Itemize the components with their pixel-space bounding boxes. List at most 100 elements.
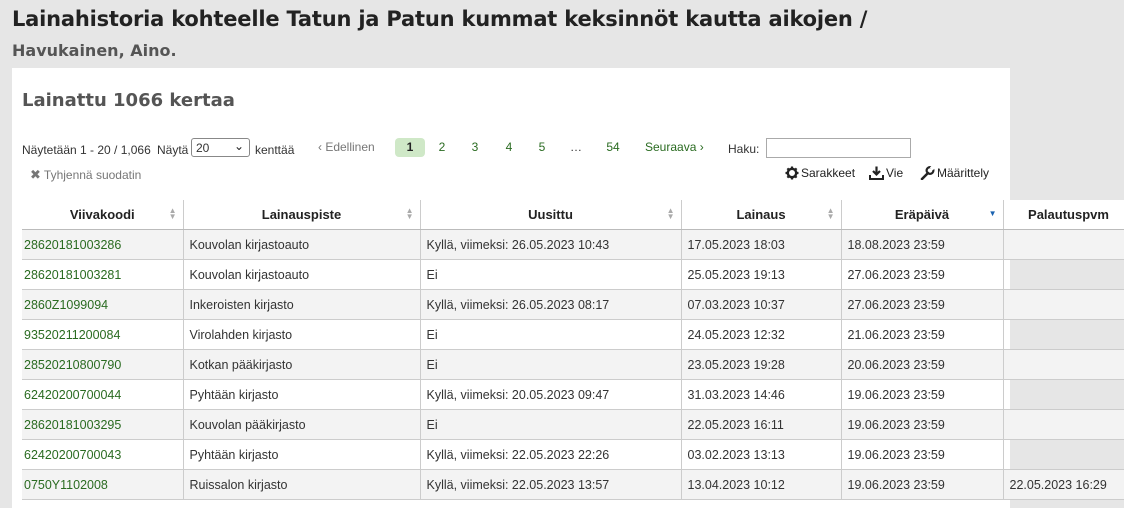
library-cell: Virolahden kirjasto: [183, 319, 421, 350]
pagination-page-54[interactable]: 54: [605, 138, 621, 157]
return-date-cell: [1003, 229, 1124, 260]
library-cell: Kotkan pääkirjasto: [183, 349, 421, 380]
return-date-cell: [1003, 259, 1124, 290]
renewed-cell: Kyllä, viimeksi: 22.05.2023 22:26: [420, 439, 682, 470]
table-header-row: Viivakoodi ▲ ▼ Lainauspiste ▲ ▼ Uusittu ▲ ▼ La…: [22, 200, 1124, 230]
page-size-select[interactable]: 20 ⌄: [191, 138, 250, 157]
column-header-barcode[interactable]: Viivakoodi ▲ ▼: [22, 200, 184, 230]
page-size-value: 20: [196, 141, 210, 155]
sort-icon: ▲ ▼: [666, 206, 675, 221]
return-date-cell: [1003, 379, 1124, 410]
column-header-return-date[interactable]: Palautuspvm: [1003, 200, 1124, 230]
library-cell: Kouvolan kirjastoauto: [183, 259, 421, 290]
barcode-cell[interactable]: 2860Z1099094: [22, 289, 184, 320]
due-date-cell: 20.06.2023 23:59: [841, 349, 1004, 380]
table-row: 62420200700044 Pyhtään kirjasto Kyllä, vii…: [22, 379, 1124, 410]
sort-icon: ▲ ▼: [405, 206, 414, 221]
return-date-cell: [1003, 349, 1124, 380]
due-date-cell: 27.06.2023 23:59: [841, 289, 1004, 320]
renewed-cell: Ei: [420, 349, 682, 380]
column-header-checkout-library[interactable]: Lainauspiste ▲ ▼: [183, 200, 421, 230]
configure-button[interactable]: Määrittely: [920, 165, 990, 181]
page-title: Lainahistoria kohteelle Tatun ja Patun k…: [12, 7, 868, 31]
barcode-cell[interactable]: 28620181003295: [22, 409, 184, 440]
table-row: 28520210800790 Kotkan pääkirjasto Ei 23.05.…: [22, 349, 1124, 380]
table-row: 2860Z1099094 Inkeroisten kirjasto Kyllä, v…: [22, 289, 1124, 320]
pagination-page-5[interactable]: 5: [538, 138, 546, 157]
sort-descending-icon: ▼: [988, 209, 997, 218]
checkout-date-cell: 25.05.2023 19:13: [681, 259, 842, 290]
checkout-date-cell: 03.02.2023 13:13: [681, 439, 842, 470]
return-date-cell: 22.05.2023 16:29: [1003, 469, 1124, 500]
checkout-date-cell: 13.04.2023 10:12: [681, 469, 842, 500]
library-cell: Kouvolan pääkirjasto: [183, 409, 421, 440]
pagination-page-1[interactable]: 1: [395, 138, 425, 157]
renewed-cell: Kyllä, viimeksi: 22.05.2023 13:57: [420, 469, 682, 500]
library-cell: Inkeroisten kirjasto: [183, 289, 421, 320]
clear-filter-button[interactable]: ✖ Tyhjennä suodatin: [30, 167, 141, 183]
checkout-history-table: Viivakoodi ▲ ▼ Lainauspiste ▲ ▼ Uusittu ▲ ▼ La…: [22, 200, 1124, 500]
return-date-cell: [1003, 439, 1124, 470]
library-cell: Pyhtään kirjasto: [183, 379, 421, 410]
due-date-cell: 19.06.2023 23:59: [841, 409, 1004, 440]
pagination-page-2[interactable]: 2: [438, 138, 446, 157]
barcode-cell[interactable]: 93520211200084: [22, 319, 184, 350]
due-date-cell: 19.06.2023 23:59: [841, 469, 1004, 500]
table-row: 28620181003295 Kouvolan pääkirjasto Ei 22.0…: [22, 409, 1124, 440]
renewed-cell: Ei: [420, 409, 682, 440]
search-label: Haku:: [728, 142, 760, 156]
return-date-cell: [1003, 409, 1124, 440]
pagination-ellipsis: …: [570, 140, 582, 154]
column-header-checkout-date[interactable]: Lainaus ▲ ▼: [681, 200, 842, 230]
due-date-cell: 19.06.2023 23:59: [841, 379, 1004, 410]
checkout-date-cell: 07.03.2023 10:37: [681, 289, 842, 320]
wrench-icon: [920, 165, 936, 181]
columns-button-label: Sarakkeet: [801, 166, 856, 180]
checkout-date-cell: 17.05.2023 18:03: [681, 229, 842, 260]
pagination-previous[interactable]: ‹ Edellinen: [318, 138, 375, 157]
pagination-page-3[interactable]: 3: [471, 138, 479, 157]
barcode-cell[interactable]: 28620181003286: [22, 229, 184, 260]
return-date-cell: [1003, 289, 1124, 320]
close-icon: ✖: [30, 167, 41, 182]
pagination-next[interactable]: Seuraava ›: [645, 138, 704, 157]
page-size-label: Näytä: [157, 143, 189, 157]
page-subtitle: Havukainen, Aino.: [12, 41, 177, 60]
export-button-label: Vie: [886, 166, 904, 180]
barcode-cell[interactable]: 28520210800790: [22, 349, 184, 380]
library-cell: Pyhtään kirjasto: [183, 439, 421, 470]
table-info: Näytetään 1 - 20 / 1,066: [22, 143, 151, 157]
return-date-cell: [1003, 319, 1124, 350]
pagination-page-4[interactable]: 4: [505, 138, 513, 157]
table-row: 28620181003281 Kouvolan kirjastoauto Ei 25.…: [22, 259, 1124, 290]
entries-label: kenttää: [255, 143, 295, 157]
barcode-cell[interactable]: 62420200700044: [22, 379, 184, 410]
column-header-renewed[interactable]: Uusittu ▲ ▼: [420, 200, 682, 230]
table-row: 93520211200084 Virolahden kirjasto Ei 24.05…: [22, 319, 1124, 350]
checkout-date-cell: 31.03.2023 14:46: [681, 379, 842, 410]
checkout-date-cell: 22.05.2023 16:11: [681, 409, 842, 440]
barcode-cell[interactable]: 0750Y1102008: [22, 469, 184, 500]
table-row: 28620181003286 Kouvolan kirjastoauto Kyllä…: [22, 229, 1124, 260]
column-header-due-date[interactable]: Eräpäivä ▼: [841, 200, 1004, 230]
chevron-down-icon: ⌄: [233, 139, 244, 153]
barcode-cell[interactable]: 28620181003281: [22, 259, 184, 290]
configure-button-label: Määrittely: [937, 166, 990, 180]
download-icon: [869, 166, 884, 180]
panel-heading: Lainattu 1066 kertaa: [22, 90, 235, 111]
barcode-cell[interactable]: 62420200700043: [22, 439, 184, 470]
due-date-cell: 27.06.2023 23:59: [841, 259, 1004, 290]
checkout-date-cell: 24.05.2023 12:32: [681, 319, 842, 350]
export-button[interactable]: Vie: [869, 166, 903, 180]
table-row: 0750Y1102008 Ruissalon kirjasto Kyllä, vii…: [22, 469, 1124, 500]
renewed-cell: Kyllä, viimeksi: 20.05.2023 09:47: [420, 379, 682, 410]
columns-button[interactable]: Sarakkeet: [785, 166, 855, 180]
search-input[interactable]: [766, 138, 911, 158]
checkout-date-cell: 23.05.2023 19:28: [681, 349, 842, 380]
clear-filter-label: Tyhjennä suodatin: [43, 168, 142, 182]
renewed-cell: Kyllä, viimeksi: 26.05.2023 08:17: [420, 289, 682, 320]
sort-icon: ▲ ▼: [826, 206, 835, 221]
due-date-cell: 21.06.2023 23:59: [841, 319, 1004, 350]
sort-icon: ▲ ▼: [168, 206, 177, 221]
gear-icon: [785, 166, 799, 180]
